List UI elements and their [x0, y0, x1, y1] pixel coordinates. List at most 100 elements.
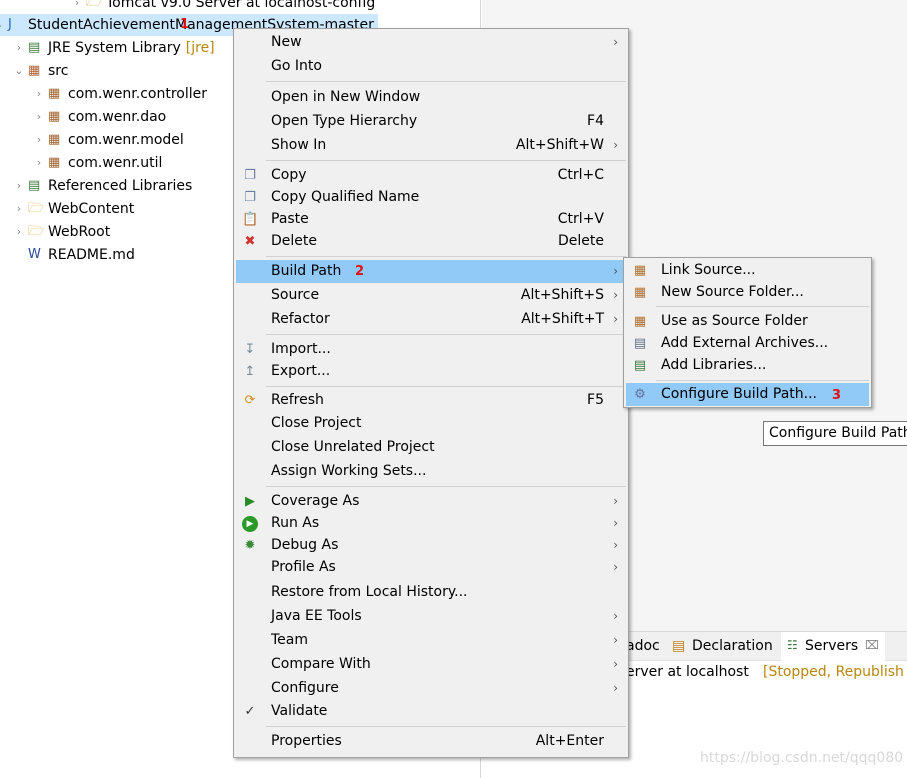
chevron-right-icon[interactable]: › — [12, 37, 26, 59]
tree-item[interactable]: › 🗁 WebContent — [12, 198, 134, 220]
tree-item[interactable]: W README.md — [12, 244, 135, 266]
refresh-icon: ⟳ — [244, 393, 256, 408]
menu-item-open-type-hierarchy[interactable]: Open Type Hierarchy F4 — [236, 110, 626, 133]
chevron-right-icon: › — [613, 560, 618, 574]
menu-item-assign-working-sets[interactable]: Assign Working Sets... — [236, 460, 626, 483]
import-icon: ↧ — [244, 342, 256, 357]
menu-item-go-into[interactable]: Go Into — [236, 55, 626, 78]
menu-item-run-as[interactable]: ▶ Run As › — [236, 512, 626, 535]
menu-separator — [266, 726, 626, 727]
menu-item-configure[interactable]: Configure › — [236, 677, 626, 700]
tree-item[interactable]: ⌄ ▦ src — [12, 60, 68, 82]
menu-item-build-path[interactable]: Build Path › — [236, 260, 626, 283]
menu-separator — [266, 386, 626, 387]
menu-item-close-project[interactable]: Close Project — [236, 412, 626, 435]
chevron-right-icon[interactable]: › — [12, 221, 26, 243]
menu-item-compare-with[interactable]: Compare With › — [236, 653, 626, 676]
menu-item-import[interactable]: ↧ Import... — [236, 338, 626, 361]
tree-item[interactable]: › ▤ JRE System Library [jre] — [12, 37, 215, 59]
tree-item[interactable]: › 🗁 Tomcat v9.0 Server at localhost-config — [70, 0, 375, 14]
tab-javadoc[interactable]: adoc — [626, 638, 660, 654]
tab-servers[interactable]: ☷ Servers ⌧ — [781, 632, 885, 662]
tree-item[interactable]: › ▤ Referenced Libraries — [12, 175, 193, 197]
tree-item[interactable]: › ▦ com.wenr.controller — [32, 83, 207, 105]
menu-item-properties[interactable]: Properties Alt+Enter — [236, 730, 626, 753]
menu-item-show-in[interactable]: Show In Alt+Shift+W › — [236, 134, 626, 157]
menu-item-paste[interactable]: 📋 Paste Ctrl+V — [236, 208, 626, 231]
menu-item-team[interactable]: Team › — [236, 629, 626, 652]
tooltip: Configure Build Path — [763, 421, 907, 446]
menu-item-profile-as[interactable]: Profile As › — [236, 556, 626, 579]
annotation-2: 2 — [355, 264, 365, 279]
tree-item[interactable]: › ▦ com.wenr.dao — [32, 106, 166, 128]
menu-item-close-unrelated-project[interactable]: Close Unrelated Project — [236, 436, 626, 459]
menu-item-copy-qualified-name[interactable]: ❐ Copy Qualified Name — [236, 186, 626, 209]
menu-item-debug-as[interactable]: ✹ Debug As › — [236, 534, 626, 557]
chevron-right-icon: › — [613, 633, 618, 647]
chevron-right-icon[interactable]: › — [32, 83, 46, 105]
menu-separator — [266, 81, 626, 82]
file-icon: W — [28, 247, 41, 262]
menu-separator — [656, 306, 869, 307]
chevron-right-icon: › — [613, 516, 618, 530]
chevron-right-icon[interactable]: › — [32, 129, 46, 151]
tree-item[interactable]: › ▦ com.wenr.util — [32, 152, 163, 174]
chevron-right-icon[interactable]: › — [12, 198, 26, 220]
servers-icon: ☷ — [787, 638, 798, 652]
menu-item-refresh[interactable]: ⟳ Refresh F5 — [236, 389, 626, 412]
menu-item-open-in-new-window[interactable]: Open in New Window — [236, 86, 626, 109]
menu-separator — [266, 160, 626, 161]
menu-separator — [656, 380, 869, 381]
chevron-right-icon[interactable]: › — [12, 175, 26, 197]
copy-qualified-icon: ❐ — [244, 190, 256, 205]
chevron-down-icon[interactable]: ⌄ — [0, 14, 6, 36]
menu-item-copy[interactable]: ❐ Copy Ctrl+C — [236, 164, 626, 187]
menu-item-validate[interactable]: ✓ Validate — [236, 700, 626, 723]
chevron-right-icon: › — [613, 609, 618, 623]
chevron-right-icon: › — [613, 494, 618, 508]
menu-item-link-source[interactable]: ▦ Link Source... — [626, 259, 869, 282]
chevron-right-icon[interactable]: › — [70, 0, 84, 14]
chevron-right-icon[interactable]: › — [32, 152, 46, 174]
library-icon: ▤ — [633, 358, 647, 373]
menu-item-add-external-archives[interactable]: ▤ Add External Archives... — [626, 332, 869, 355]
chevron-down-icon[interactable]: ⌄ — [12, 60, 26, 82]
annotation-3: 3 — [832, 388, 842, 403]
folder-icon: 🗁 — [28, 201, 45, 216]
tab-declaration[interactable]: Declaration — [692, 638, 773, 654]
paste-icon: 📋 — [242, 212, 259, 227]
menu-item-java-ee-tools[interactable]: Java EE Tools › — [236, 605, 626, 628]
delete-icon: ✖ — [244, 234, 256, 249]
menu-item-delete[interactable]: ✖ Delete Delete — [236, 230, 626, 253]
watermark: https://blog.csdn.net/qqq080 — [700, 750, 904, 766]
menu-item-source[interactable]: Source Alt+Shift+S › — [236, 284, 626, 307]
menu-item-coverage-as[interactable]: ▶ Coverage As › — [236, 490, 626, 513]
library-icon: ▤ — [28, 178, 41, 193]
new-source-folder-icon: ▦ — [633, 285, 647, 300]
folder-icon: 🗁 — [86, 0, 103, 10]
menu-item-add-libraries[interactable]: ▤ Add Libraries... — [626, 354, 869, 377]
menu-item-refactor[interactable]: Refactor Alt+Shift+T › — [236, 308, 626, 331]
menu-item-new[interactable]: New › — [236, 31, 626, 54]
menu-item-use-as-source-folder[interactable]: ▦ Use as Source Folder — [626, 310, 869, 333]
folder-icon: 🗁 — [28, 224, 45, 239]
chevron-right-icon[interactable]: › — [32, 106, 46, 128]
copy-icon: ❐ — [244, 168, 256, 183]
package-icon: ▦ — [48, 109, 61, 124]
configure-icon: ⚙ — [634, 387, 646, 402]
chevron-right-icon: › — [613, 538, 618, 552]
context-menu: New › Go Into Open in New Window Open Type H… — [233, 28, 629, 758]
library-icon: ▤ — [28, 40, 41, 55]
menu-item-restore-from-local-history[interactable]: Restore from Local History... — [236, 581, 626, 604]
chevron-right-icon: › — [613, 288, 618, 302]
use-source-folder-icon: ▦ — [633, 314, 647, 329]
package-icon: ▦ — [48, 86, 61, 101]
chevron-right-icon: › — [613, 681, 618, 695]
menu-item-export[interactable]: ↥ Export... — [236, 360, 626, 383]
server-name[interactable]: erver at localhost — [626, 664, 749, 680]
menu-item-new-source-folder[interactable]: ▦ New Source Folder... — [626, 281, 869, 304]
java-project-icon: J — [8, 17, 12, 32]
tree-item[interactable]: › ▦ com.wenr.model — [32, 129, 184, 151]
close-icon[interactable]: ⌧ — [865, 638, 879, 652]
tree-item[interactable]: › 🗁 WebRoot — [12, 221, 110, 243]
